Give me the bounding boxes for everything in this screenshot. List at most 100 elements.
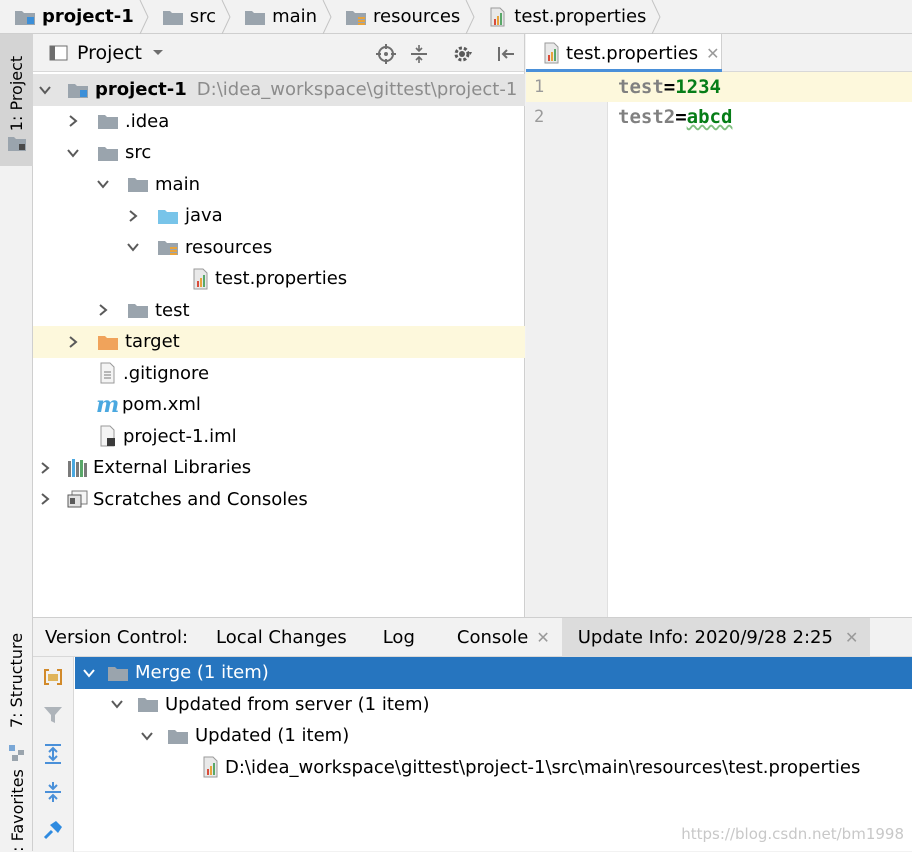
collapse-all-icon[interactable] [409, 44, 429, 64]
update-tree-merge[interactable]: Merge (1 item) [75, 657, 912, 689]
scratches-icon [67, 490, 88, 508]
project-folder-icon [8, 137, 26, 151]
tree-item-main[interactable]: main [33, 169, 525, 201]
tree-item-target[interactable]: target [33, 326, 525, 358]
project-tool-tab-label: 1: Project [7, 55, 27, 131]
close-icon[interactable]: ✕ [706, 44, 719, 63]
chevron-right-icon[interactable] [127, 209, 139, 222]
breadcrumb-project[interactable]: project-1 [0, 0, 149, 34]
tab-update-info[interactable]: Update Info: 2020/9/28 2:25 ✕ [561, 617, 871, 657]
breadcrumb-label: src [189, 6, 217, 27]
chevron-right-icon[interactable] [67, 115, 79, 128]
chevron-down-icon[interactable] [97, 178, 109, 190]
version-control-panel: Version Control: Local Changes Log Conso… [33, 617, 912, 852]
breadcrumb-resources[interactable]: resources [331, 0, 475, 34]
folder-icon [98, 146, 118, 161]
editor-tab-test-properties[interactable]: test.properties ✕ [526, 34, 722, 72]
tree-item-test-properties[interactable]: test.properties [33, 263, 525, 295]
module-file-icon [100, 425, 115, 447]
tree-item-test[interactable]: test [33, 295, 525, 327]
chevron-down-icon[interactable] [67, 147, 79, 159]
maven-icon: m [96, 391, 120, 418]
chevron-down-icon[interactable] [83, 667, 95, 679]
close-icon[interactable]: ✕ [845, 628, 858, 647]
filter-icon[interactable] [43, 705, 63, 725]
code-line[interactable]: 2 test2=abcd [526, 102, 912, 132]
chevron-right-icon[interactable] [39, 493, 51, 506]
tab-label: Console [456, 626, 529, 648]
tree-item-iml[interactable]: project-1.iml [33, 421, 525, 453]
update-tree-file[interactable]: D:\idea_workspace\gittest\project-1\src\… [75, 752, 912, 784]
chevron-down-icon[interactable] [152, 49, 164, 57]
project-view-selector[interactable]: Project [77, 42, 142, 64]
structure-icon [9, 745, 24, 761]
project-panel: Project project-1 D:\idea_workspace\gitt… [33, 34, 525, 617]
locate-icon[interactable] [376, 44, 396, 64]
collapse-all-icon[interactable] [43, 781, 63, 803]
editor-gutter [526, 72, 608, 617]
update-tree-updated-from-server[interactable]: Updated from server (1 item) [75, 689, 912, 721]
pin-icon[interactable] [42, 819, 64, 841]
tree-item-src[interactable]: src [33, 137, 525, 169]
excluded-folder-icon [98, 335, 118, 350]
watermark: https://blog.csdn.net/bm1998 [681, 825, 904, 843]
project-tool-tab[interactable]: 1: Project [0, 34, 33, 166]
chevron-down-icon[interactable] [39, 84, 51, 96]
folder-icon [162, 10, 183, 25]
folder-icon [98, 115, 118, 130]
property-separator: = [663, 76, 676, 98]
tree-item-java[interactable]: java [33, 200, 525, 232]
tree-item-resources[interactable]: resources [33, 232, 525, 264]
tree-item-path: D:\idea_workspace\gittest\project-1 [196, 79, 518, 101]
tree-item-scratches[interactable]: Scratches and Consoles [33, 484, 525, 516]
tree-item-label: .idea [125, 110, 170, 132]
close-icon[interactable]: ✕ [536, 628, 549, 647]
project-view-icon [49, 45, 68, 60]
expand-all-icon[interactable] [43, 743, 63, 765]
tree-item-pom[interactable]: m pom.xml [33, 389, 525, 421]
tab-console[interactable]: Console ✕ [427, 618, 562, 657]
group-by-icon[interactable] [42, 667, 64, 687]
tree-item-label: test.properties [215, 268, 348, 290]
property-value: 1234 [675, 76, 721, 98]
chevron-down-icon[interactable] [141, 730, 153, 742]
tree-item-idea[interactable]: .idea [33, 106, 525, 138]
line-number: 2 [534, 107, 545, 127]
chevron-down-icon[interactable] [127, 241, 139, 253]
tree-item-label: target [125, 331, 180, 353]
tree-item-label: Updated from server (1 item) [165, 693, 430, 715]
hide-panel-icon[interactable] [496, 44, 516, 64]
chevron-right-icon[interactable] [39, 461, 51, 474]
property-key: test2 [618, 106, 676, 128]
chevron-right-icon[interactable] [67, 335, 79, 348]
properties-file-icon [203, 756, 218, 778]
tab-local-changes[interactable]: Local Changes [200, 618, 359, 657]
structure-tool-tab[interactable]: 7: Structure [0, 622, 33, 772]
update-tree-updated[interactable]: Updated (1 item) [75, 720, 912, 752]
tree-item-gitignore[interactable]: .gitignore [33, 358, 525, 390]
tree-item-label: project-1 [95, 79, 187, 101]
property-value: abcd [686, 106, 733, 128]
source-folder-icon [158, 209, 178, 224]
breadcrumb-src[interactable]: src [148, 0, 231, 34]
breadcrumb-label: main [272, 6, 318, 27]
breadcrumb-file[interactable]: test.properties [474, 0, 661, 34]
breadcrumb-label: project-1 [42, 6, 134, 27]
tab-log[interactable]: Log [359, 618, 427, 657]
code-line[interactable]: 1 test=1234 [526, 72, 912, 102]
favorites-tool-tab[interactable]: : Favorites [0, 769, 33, 852]
libraries-icon [68, 458, 87, 477]
tree-item-label: pom.xml [122, 394, 201, 416]
gear-icon[interactable] [452, 43, 474, 65]
chevron-down-icon[interactable] [111, 698, 123, 710]
property-separator: = [675, 106, 687, 128]
tree-item-label: Updated (1 item) [195, 725, 350, 747]
tree-item-external-libraries[interactable]: External Libraries [33, 452, 525, 484]
folder-icon [138, 698, 158, 713]
breadcrumb-main[interactable]: main [230, 0, 332, 34]
folder-icon [108, 666, 128, 681]
tree-item-label: D:\idea_workspace\gittest\project-1\src\… [225, 756, 861, 778]
tree-item-project-1[interactable]: project-1 D:\idea_workspace\gittest\proj… [33, 74, 525, 106]
chevron-right-icon[interactable] [97, 304, 109, 317]
breadcrumb-label: resources [373, 6, 461, 27]
